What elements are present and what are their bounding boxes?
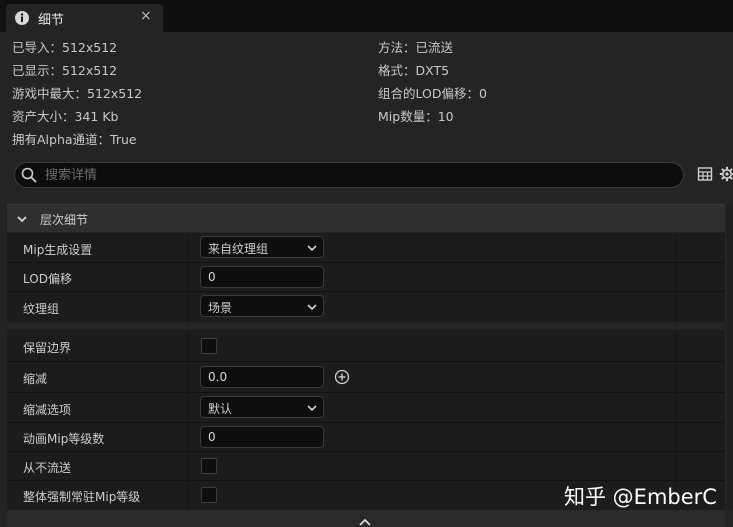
search-input[interactable] (45, 165, 665, 185)
dropdown-value: 来自纹理组 (208, 242, 269, 256)
property-row-texture-group: 纹理组 场景 (7, 292, 725, 322)
property-label: 从不流送 (23, 461, 72, 475)
chevron-down-icon (307, 304, 317, 311)
property-row-mip-gen: Mip生成设置 来自纹理组 (7, 233, 725, 263)
mip-gen-settings-dropdown[interactable]: 来自纹理组 (200, 236, 324, 258)
info-displayed: 已显示：512x512 (12, 63, 118, 78)
downscale-options-dropdown[interactable]: 默认 (200, 396, 324, 418)
property-row-preserve-border: 保留边界 (7, 330, 725, 362)
info-resource-size: 资产大小：341 Kb (12, 109, 119, 124)
field-value: 0 (208, 430, 216, 444)
info-format: 格式：DXT5 (378, 63, 450, 78)
field-value: 0 (208, 270, 216, 284)
details-tab[interactable]: 细节 × (6, 4, 163, 32)
property-row-downscale: 缩减 0.0 (7, 362, 725, 393)
info-has-alpha: 拥有Alpha通道：True (12, 132, 137, 147)
property-label: 缩减选项 (23, 403, 72, 417)
property-row-num-cinematic-mips: 动画Mip等级数 0 (7, 423, 725, 452)
info-icon (15, 11, 29, 25)
section-header-lod[interactable]: 层次细节 (7, 204, 725, 232)
info-combined-lod-bias: 组合的LOD偏移：0 (378, 86, 487, 101)
property-label: 整体强制常驻Mip等级 (23, 490, 141, 504)
property-label: Mip生成设置 (23, 243, 93, 257)
downscale-field[interactable]: 0.0 (200, 366, 324, 388)
force-resident-mip-checkbox[interactable] (201, 487, 217, 503)
info-imported: 已导入：512x512 (12, 40, 118, 55)
watermark: 知乎 @EmberC (564, 485, 717, 509)
property-row-downscale-options: 缩减选项 默认 (7, 393, 725, 423)
settings-gear-icon[interactable] (719, 166, 733, 182)
tab-bar: 细节 × (0, 0, 733, 32)
group-divider (7, 322, 725, 330)
preserve-border-checkbox[interactable] (201, 338, 217, 354)
cinematic-mip-levels-field[interactable]: 0 (200, 426, 324, 448)
chevron-down-icon (307, 245, 317, 252)
property-label: 缩减 (23, 372, 48, 386)
lod-bias-field[interactable]: 0 (200, 266, 324, 288)
property-label: 纹理组 (23, 302, 60, 316)
add-circle-icon[interactable] (334, 369, 350, 385)
search-icon (21, 167, 37, 183)
chevron-up-icon[interactable] (358, 517, 372, 527)
never-stream-checkbox[interactable] (201, 458, 217, 474)
property-group-a: Mip生成设置 来自纹理组 LOD偏移 0 纹理组 场景 (7, 233, 725, 322)
info-max-ingame: 游戏中最大：512x512 (12, 86, 143, 101)
property-row-lod-bias: LOD偏移 0 (7, 263, 725, 292)
chevron-down-icon (307, 405, 317, 412)
section-title: 层次细节 (40, 213, 89, 227)
field-value: 0.0 (208, 370, 228, 384)
close-icon[interactable]: × (140, 8, 152, 24)
scrollbar-track[interactable] (727, 204, 733, 510)
texture-group-dropdown[interactable]: 场景 (200, 295, 324, 317)
dropdown-value: 默认 (208, 402, 233, 416)
table-view-icon[interactable] (697, 166, 713, 182)
dropdown-value: 场景 (208, 301, 233, 315)
search-bar[interactable] (14, 162, 684, 188)
property-label: 保留边界 (23, 341, 72, 355)
property-label: LOD偏移 (23, 272, 72, 286)
chevron-down-icon[interactable] (16, 213, 28, 225)
property-label: 动画Mip等级数 (23, 432, 105, 446)
property-row-never-stream: 从不流送 (7, 452, 725, 481)
tab-title: 细节 (38, 13, 65, 28)
info-mip-count: Mip数量：10 (378, 109, 454, 124)
info-method: 方法：已流送 (378, 40, 454, 55)
